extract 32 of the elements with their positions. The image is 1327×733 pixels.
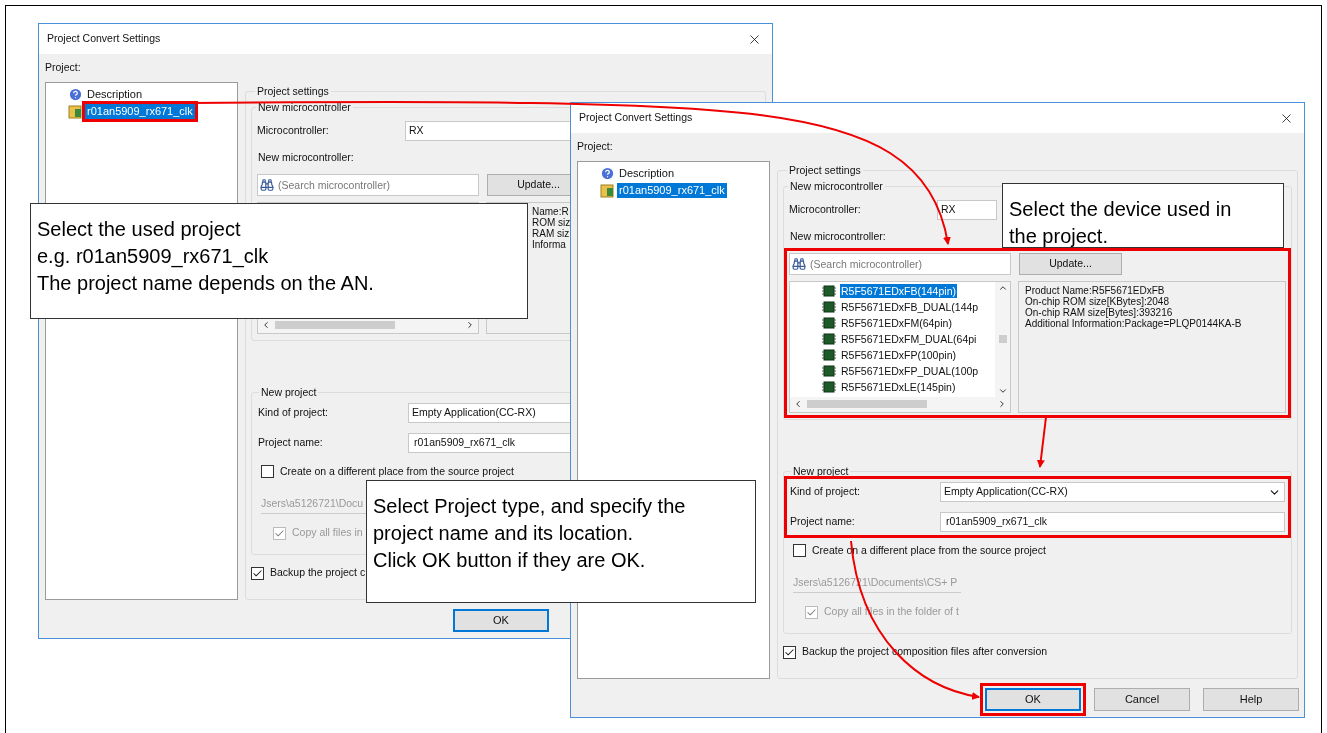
device-info-text: Additional Information:Package=PLQP0144KA-B bbox=[1025, 317, 1243, 329]
group-label: Project settings bbox=[788, 163, 862, 178]
field-label: Kind of project: bbox=[258, 405, 330, 421]
field-label: New microcontroller: bbox=[790, 228, 886, 244]
field-label: Project name: bbox=[258, 435, 324, 451]
group-label: New microcontroller bbox=[789, 178, 884, 194]
group-label: New project bbox=[792, 463, 850, 479]
field-label: Project name: bbox=[790, 514, 856, 530]
checkbox-label: Copy all files in bbox=[292, 525, 363, 541]
group-label: New microcontroller bbox=[257, 99, 352, 115]
window-title: Project Convert Settings bbox=[47, 31, 161, 47]
field-label: New microcontroller: bbox=[258, 149, 354, 165]
device-info-text: Informa bbox=[532, 238, 567, 250]
field-label: Kind of project: bbox=[790, 484, 862, 500]
callout-text: Select the device used in the project. bbox=[1009, 197, 1233, 249]
callout-text: Select Project type, and specify the project name and its location. Click OK button if they are OK. bbox=[373, 494, 687, 573]
field-label: Microcontroller: bbox=[788, 201, 862, 217]
device-info-text: RAM siz bbox=[532, 227, 571, 239]
device-info-text: On-chip RAM size[Bytes]:393216 bbox=[1025, 306, 1174, 318]
project-label: Project: bbox=[45, 60, 81, 76]
callout-text: Select the used project e.g. r01an5909_rx671_clk The project name depends on the AN. bbox=[37, 217, 375, 296]
checkbox-label: Backup the project c bbox=[270, 565, 366, 581]
checkbox-label: Create on a different place from the source project bbox=[280, 465, 514, 478]
device-info-text: ROM siz bbox=[532, 216, 572, 228]
field-label: Microcontroller: bbox=[256, 122, 330, 138]
device-info-text: Product Name:R5F5671EDxFB bbox=[1025, 284, 1166, 296]
group-label: Project settings bbox=[256, 84, 330, 99]
window-title: Project Convert Settings bbox=[579, 110, 693, 126]
device-info-text: On-chip ROM size[KBytes]:2048 bbox=[1025, 295, 1170, 307]
group-label: New project bbox=[260, 384, 318, 400]
device-info-text: Name:R bbox=[532, 205, 570, 217]
project-label: Project: bbox=[577, 139, 613, 155]
